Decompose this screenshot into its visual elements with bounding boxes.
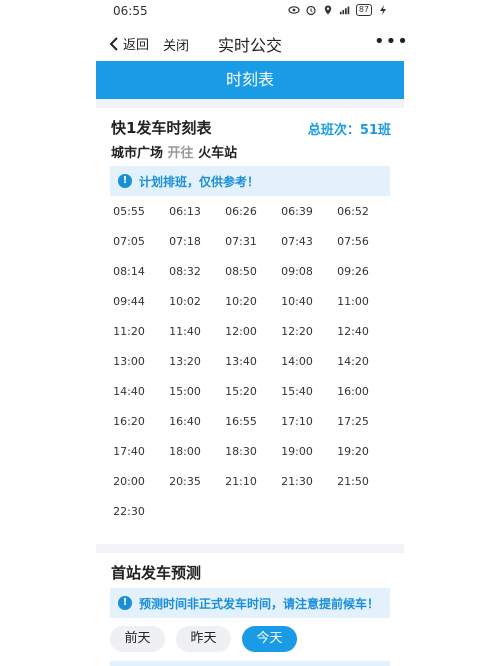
route-from: 城市广场 (111, 146, 164, 161)
departure-time: 17:40 (113, 444, 145, 458)
prediction-title: 首站发车预测 (111, 564, 202, 582)
departure-time: 11:40 (169, 324, 201, 338)
departure-time: 10:40 (281, 294, 313, 308)
departure-time: 20:35 (169, 474, 201, 488)
departure-time: 16:20 (113, 414, 145, 428)
schedule-notice-text: 计划排班，仅供参考！ (139, 174, 260, 189)
departure-time: 08:32 (169, 264, 201, 278)
departure-time: 12:20 (281, 324, 313, 338)
tab-day-0[interactable]: 前天 (110, 626, 165, 652)
departure-time: 13:00 (113, 354, 145, 368)
status-bar: 06:55 87 (0, 0, 500, 24)
alarm-icon (306, 5, 316, 16)
departure-time: 06:13 (169, 204, 201, 218)
departure-time: 10:02 (169, 294, 201, 308)
charging-icon (380, 5, 386, 15)
schedule-notice: ! 计划排班，仅供参考！ (110, 166, 390, 196)
departure-time: 08:50 (225, 264, 257, 278)
status-icons: 87 (288, 4, 389, 16)
departure-time: 06:52 (337, 204, 369, 218)
status-time: 06:55 (113, 4, 148, 18)
info-icon: ! (118, 596, 132, 610)
departure-time: 16:40 (169, 414, 201, 428)
departure-time-grid: 05:55 06:13 06:26 06:39 06:52 07:05 07:18 07:31… (101, 196, 391, 526)
departure-time: 09:08 (281, 264, 313, 278)
departure-time: 07:31 (225, 234, 257, 248)
battery-icon: 87 (355, 4, 372, 16)
schedule-title: 快1发车时刻表 (111, 119, 212, 137)
departure-time: 07:56 (337, 234, 369, 248)
departure-time: 19:20 (337, 444, 369, 458)
departure-time: 20:00 (113, 474, 145, 488)
departure-time: 09:26 (337, 264, 369, 278)
route-dir: 开往 (167, 146, 194, 161)
route-to: 火车站 (198, 146, 238, 161)
total-trips: 总班次：51班 (307, 123, 391, 138)
close-button[interactable]: 关闭 (163, 35, 189, 54)
departure-time: 06:26 (225, 204, 257, 218)
departure-time: 07:05 (113, 234, 145, 248)
title-bar: 实时公交 返回 关闭 ••• (0, 26, 500, 62)
tab-day-1[interactable]: 昨天 (176, 626, 231, 652)
departure-time: 21:50 (337, 474, 369, 488)
chevron-left-icon (109, 36, 118, 51)
departure-time: 07:18 (169, 234, 201, 248)
back-label: 返回 (123, 38, 150, 53)
departure-time: 08:14 (113, 264, 145, 278)
more-menu-icon[interactable]: ••• (374, 31, 409, 52)
departure-time: 15:20 (225, 384, 257, 398)
departure-time: 11:00 (337, 294, 369, 308)
eye-icon (288, 6, 300, 14)
departure-time: 13:40 (225, 354, 257, 368)
prediction-notice: ! 预测时间非正式发车时间，请注意提前候车！ (110, 588, 390, 618)
prediction-panel-top (110, 661, 390, 666)
departure-time: 12:40 (337, 324, 369, 338)
departure-time: 16:00 (337, 384, 369, 398)
signal-icon (339, 6, 350, 15)
section-divider (96, 99, 404, 108)
back-button[interactable]: 返回 (108, 34, 149, 53)
departure-time: 21:10 (225, 474, 257, 488)
prediction-notice-text: 预测时间非正式发车时间，请注意提前候车！ (139, 596, 380, 611)
departure-time: 17:25 (337, 414, 369, 428)
page-title: 实时公交 (217, 36, 282, 55)
location-icon (324, 5, 332, 15)
departure-time: 14:00 (281, 354, 313, 368)
section-divider (96, 544, 404, 553)
route-direction: 城市广场 开往 火车站 (111, 142, 237, 161)
departure-time: 14:20 (337, 354, 369, 368)
departure-time: 22:30 (113, 504, 145, 518)
departure-time: 06:39 (281, 204, 313, 218)
departure-time: 21:30 (281, 474, 313, 488)
departure-time: 13:20 (169, 354, 201, 368)
timetable-header: 时刻表 (96, 61, 404, 99)
departure-time: 16:55 (225, 414, 257, 428)
departure-time: 11:20 (113, 324, 145, 338)
info-icon: ! (118, 174, 132, 188)
departure-time: 09:44 (113, 294, 145, 308)
departure-time: 15:00 (169, 384, 201, 398)
departure-time: 12:00 (225, 324, 257, 338)
departure-time: 05:55 (113, 204, 145, 218)
day-tabs: 前天 昨天 今天 (110, 626, 297, 652)
tab-day-2[interactable]: 今天 (242, 626, 297, 652)
departure-time: 18:00 (169, 444, 201, 458)
departure-time: 19:00 (281, 444, 313, 458)
departure-time: 17:10 (281, 414, 313, 428)
departure-time: 18:30 (225, 444, 257, 458)
departure-time: 15:40 (281, 384, 313, 398)
departure-time: 07:43 (281, 234, 313, 248)
departure-time: 10:20 (225, 294, 257, 308)
departure-time: 14:40 (113, 384, 145, 398)
